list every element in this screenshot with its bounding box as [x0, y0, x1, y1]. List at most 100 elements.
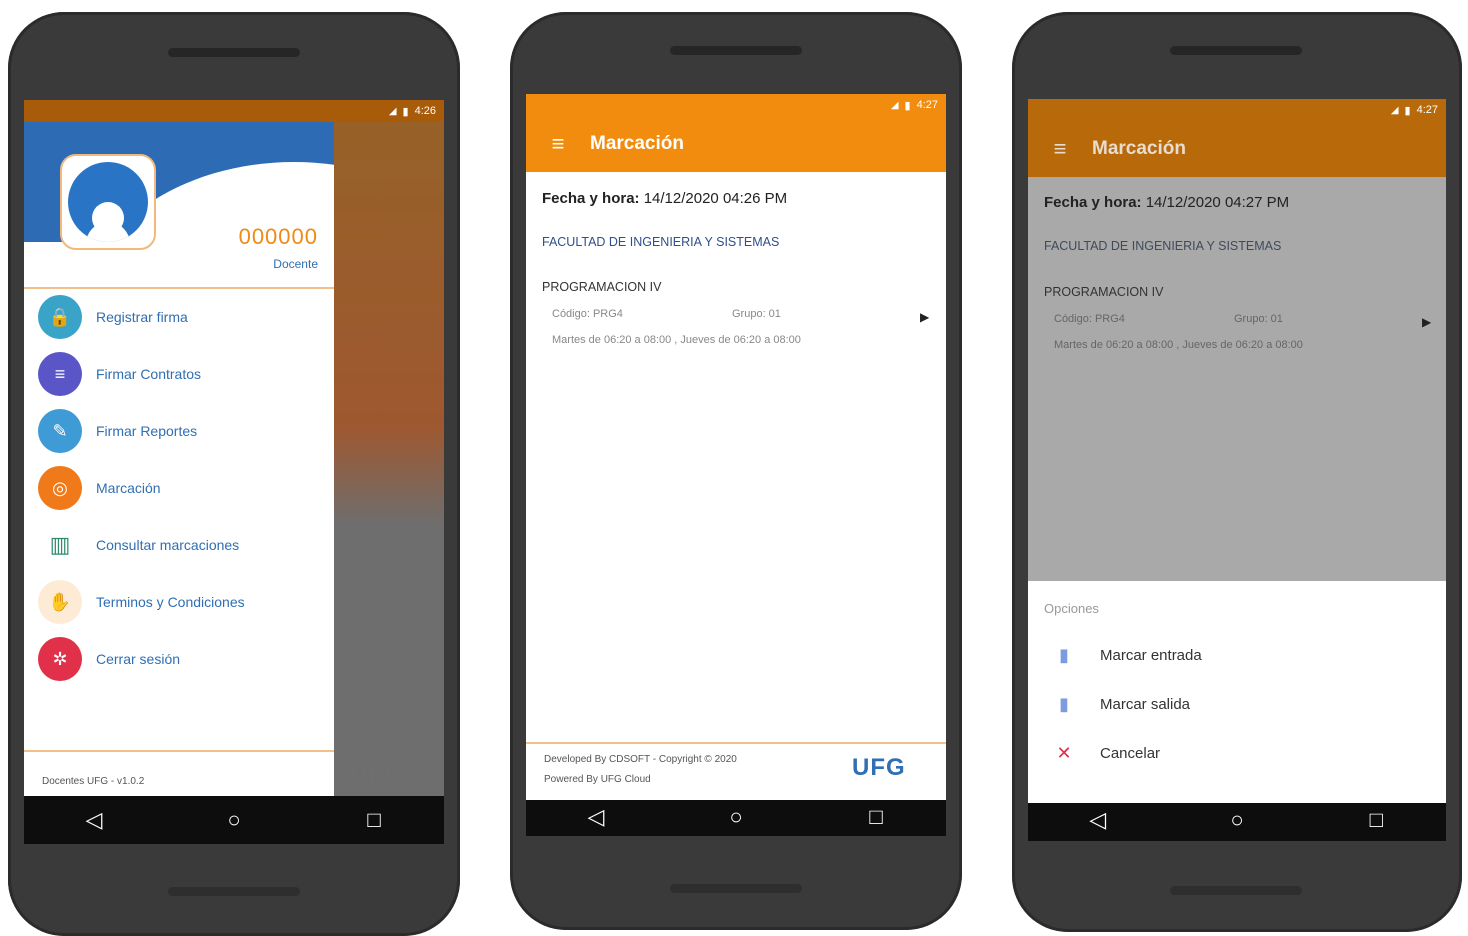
- menu-item-cerrar-sesion[interactable]: ✲ Cerrar sesión: [24, 634, 334, 684]
- menu-item-registrar-firma[interactable]: 🔒 Registrar firma: [24, 292, 334, 342]
- chevron-right-icon: ▶: [920, 310, 930, 324]
- menu-item-label: Consultar marcaciones: [96, 537, 240, 553]
- lock-icon: 🔒: [38, 295, 82, 339]
- app-version: Docentes UFG - v1.0.2: [42, 776, 145, 787]
- system-nav-bar: ◁ ○ □: [1028, 803, 1446, 841]
- options-bottom-sheet: Opciones ▮ Marcar entrada ▮ Marcar salid…: [1028, 581, 1446, 793]
- dimmed-content: [1028, 177, 1446, 581]
- chin-grille: [168, 887, 300, 896]
- footer-developer: Developed By CDSOFT - Copyright © 2020: [544, 754, 737, 765]
- home-icon[interactable]: ○: [716, 804, 756, 830]
- option-label: Marcar entrada: [1100, 646, 1202, 664]
- drawer-header: 000000 Docente: [24, 122, 334, 287]
- status-bar: ◢ ▮ 4:26: [24, 100, 444, 122]
- page-title: Marcación: [1092, 138, 1186, 159]
- status-time: 4:27: [916, 99, 938, 111]
- system-nav-bar: ◁ ○ □: [526, 800, 946, 836]
- date-value: 14/12/2020 04:26 PM: [643, 190, 788, 207]
- recents-icon[interactable]: □: [354, 807, 394, 833]
- course-name: PROGRAMACION IV: [542, 280, 662, 294]
- contract-icon: ≡: [38, 352, 82, 396]
- document-icon: ▮: [1059, 693, 1069, 714]
- faculty-name: FACULTAD DE INGENIERIA Y SISTEMAS: [542, 235, 780, 249]
- course-code: Código: PRG4: [1054, 313, 1125, 325]
- drawer-scrim[interactable]: [334, 122, 444, 796]
- date-time: Fecha y hora: 14/12/2020 04:27 PM: [1044, 194, 1289, 211]
- option-marcar-entrada[interactable]: ▮ Marcar entrada: [1028, 635, 1446, 675]
- faculty-name: FACULTAD DE INGENIERIA Y SISTEMAS: [1044, 239, 1282, 253]
- menu-item-terminos[interactable]: ✋ Terminos y Condiciones: [24, 577, 334, 627]
- drawer-footer-divider: [24, 750, 334, 752]
- power-icon: ✲: [38, 637, 82, 681]
- footer-powered: Powered By UFG Cloud: [544, 774, 651, 785]
- course-code: Código: PRG4: [552, 308, 623, 320]
- menu-item-label: Terminos y Condiciones: [96, 594, 245, 610]
- fingerprint-icon: ◎: [38, 466, 82, 510]
- course-group: Grupo: 01: [1234, 313, 1283, 325]
- date-time: Fecha y hora: 14/12/2020 04:26 PM: [542, 190, 787, 207]
- app-bar: ≡ Marcación: [1028, 121, 1446, 177]
- handshake-icon: ✋: [38, 580, 82, 624]
- ufg-logo: UFG: [852, 754, 906, 781]
- recents-icon[interactable]: □: [1356, 807, 1396, 833]
- book-icon: ▥: [38, 523, 82, 567]
- recents-icon[interactable]: □: [856, 804, 896, 830]
- option-cancelar[interactable]: ✕ Cancelar: [1028, 733, 1446, 773]
- speaker-grille: [168, 48, 300, 57]
- speaker-grille: [670, 46, 802, 55]
- battery-icon: ▮: [402, 105, 409, 118]
- phone-frame-options: ◢ ▮ 4:27 ≡ Marcación Fecha y hora: 14/12…: [1012, 12, 1462, 932]
- course-name: PROGRAMACION IV: [1044, 285, 1164, 299]
- date-value: 14/12/2020 04:27 PM: [1145, 194, 1290, 211]
- app-bar: ≡ Marcación: [526, 116, 946, 172]
- status-time: 4:26: [414, 105, 436, 117]
- menu-item-marcacion[interactable]: ◎ Marcación: [24, 463, 334, 513]
- status-bar: ◢ ▮ 4:27: [1028, 99, 1446, 121]
- signal-icon: ◢: [890, 99, 899, 111]
- back-icon[interactable]: ◁: [1078, 807, 1118, 833]
- phone-frame-drawer: ◢ ▮ 4:26 UFG 000000 Docente 🔒 Registrar …: [8, 12, 460, 936]
- menu-item-consultar-marcaciones[interactable]: ▥ Consultar marcaciones: [24, 520, 334, 570]
- menu-item-firmar-reportes[interactable]: ✎ Firmar Reportes: [24, 406, 334, 456]
- status-time: 4:27: [1416, 104, 1438, 116]
- back-icon[interactable]: ◁: [576, 804, 616, 830]
- navigation-drawer: 000000 Docente 🔒 Registrar firma ≡ Firma…: [24, 122, 334, 796]
- phone-frame-marcacion: ◢ ▮ 4:27 ≡ Marcación Fecha y hora: 14/12…: [510, 12, 962, 930]
- screen: ◢ ▮ 4:27 ≡ Marcación Fecha y hora: 14/12…: [1028, 99, 1446, 841]
- chin-grille: [670, 884, 802, 893]
- page-title: Marcación: [590, 133, 684, 154]
- system-nav-bar: ◁ ○ □: [24, 796, 444, 844]
- signal-icon: ◢: [1390, 104, 1399, 116]
- chin-grille: [1170, 886, 1302, 895]
- option-label: Cancelar: [1100, 744, 1161, 762]
- battery-icon: ▮: [904, 99, 911, 112]
- status-bar: ◢ ▮ 4:27: [526, 94, 946, 116]
- home-icon[interactable]: ○: [214, 807, 254, 833]
- hamburger-menu-icon[interactable]: ≡: [1028, 136, 1092, 162]
- course-card[interactable]: PROGRAMACION IV Código: PRG4 Grupo: 01 M…: [526, 272, 946, 362]
- signal-icon: ◢: [388, 105, 397, 117]
- close-icon: ✕: [1056, 742, 1072, 763]
- menu-item-label: Firmar Reportes: [96, 423, 198, 439]
- home-icon[interactable]: ○: [1217, 807, 1257, 833]
- course-group: Grupo: 01: [732, 308, 781, 320]
- option-marcar-salida[interactable]: ▮ Marcar salida: [1028, 684, 1446, 724]
- avatar[interactable]: [60, 154, 156, 250]
- footer-divider: [526, 742, 946, 744]
- date-label: Fecha y hora:: [542, 190, 640, 207]
- sheet-title: Opciones: [1044, 601, 1099, 616]
- hamburger-menu-icon[interactable]: ≡: [526, 131, 590, 157]
- user-code: 000000: [238, 224, 318, 249]
- user-role: Docente: [273, 257, 318, 271]
- screen: ◢ ▮ 4:26 UFG 000000 Docente 🔒 Registrar …: [24, 100, 444, 844]
- report-icon: ✎: [38, 409, 82, 453]
- menu-item-label: Cerrar sesión: [96, 651, 181, 667]
- menu-item-label: Firmar Contratos: [96, 366, 202, 382]
- course-schedule: Martes de 06:20 a 08:00 , Jueves de 06:2…: [552, 334, 801, 346]
- back-icon[interactable]: ◁: [74, 807, 114, 833]
- course-schedule: Martes de 06:20 a 08:00 , Jueves de 06:2…: [1054, 339, 1303, 351]
- chevron-right-icon: ▶: [1422, 315, 1432, 329]
- menu-item-firmar-contratos[interactable]: ≡ Firmar Contratos: [24, 349, 334, 399]
- option-label: Marcar salida: [1100, 695, 1191, 713]
- user-icon: [68, 162, 148, 242]
